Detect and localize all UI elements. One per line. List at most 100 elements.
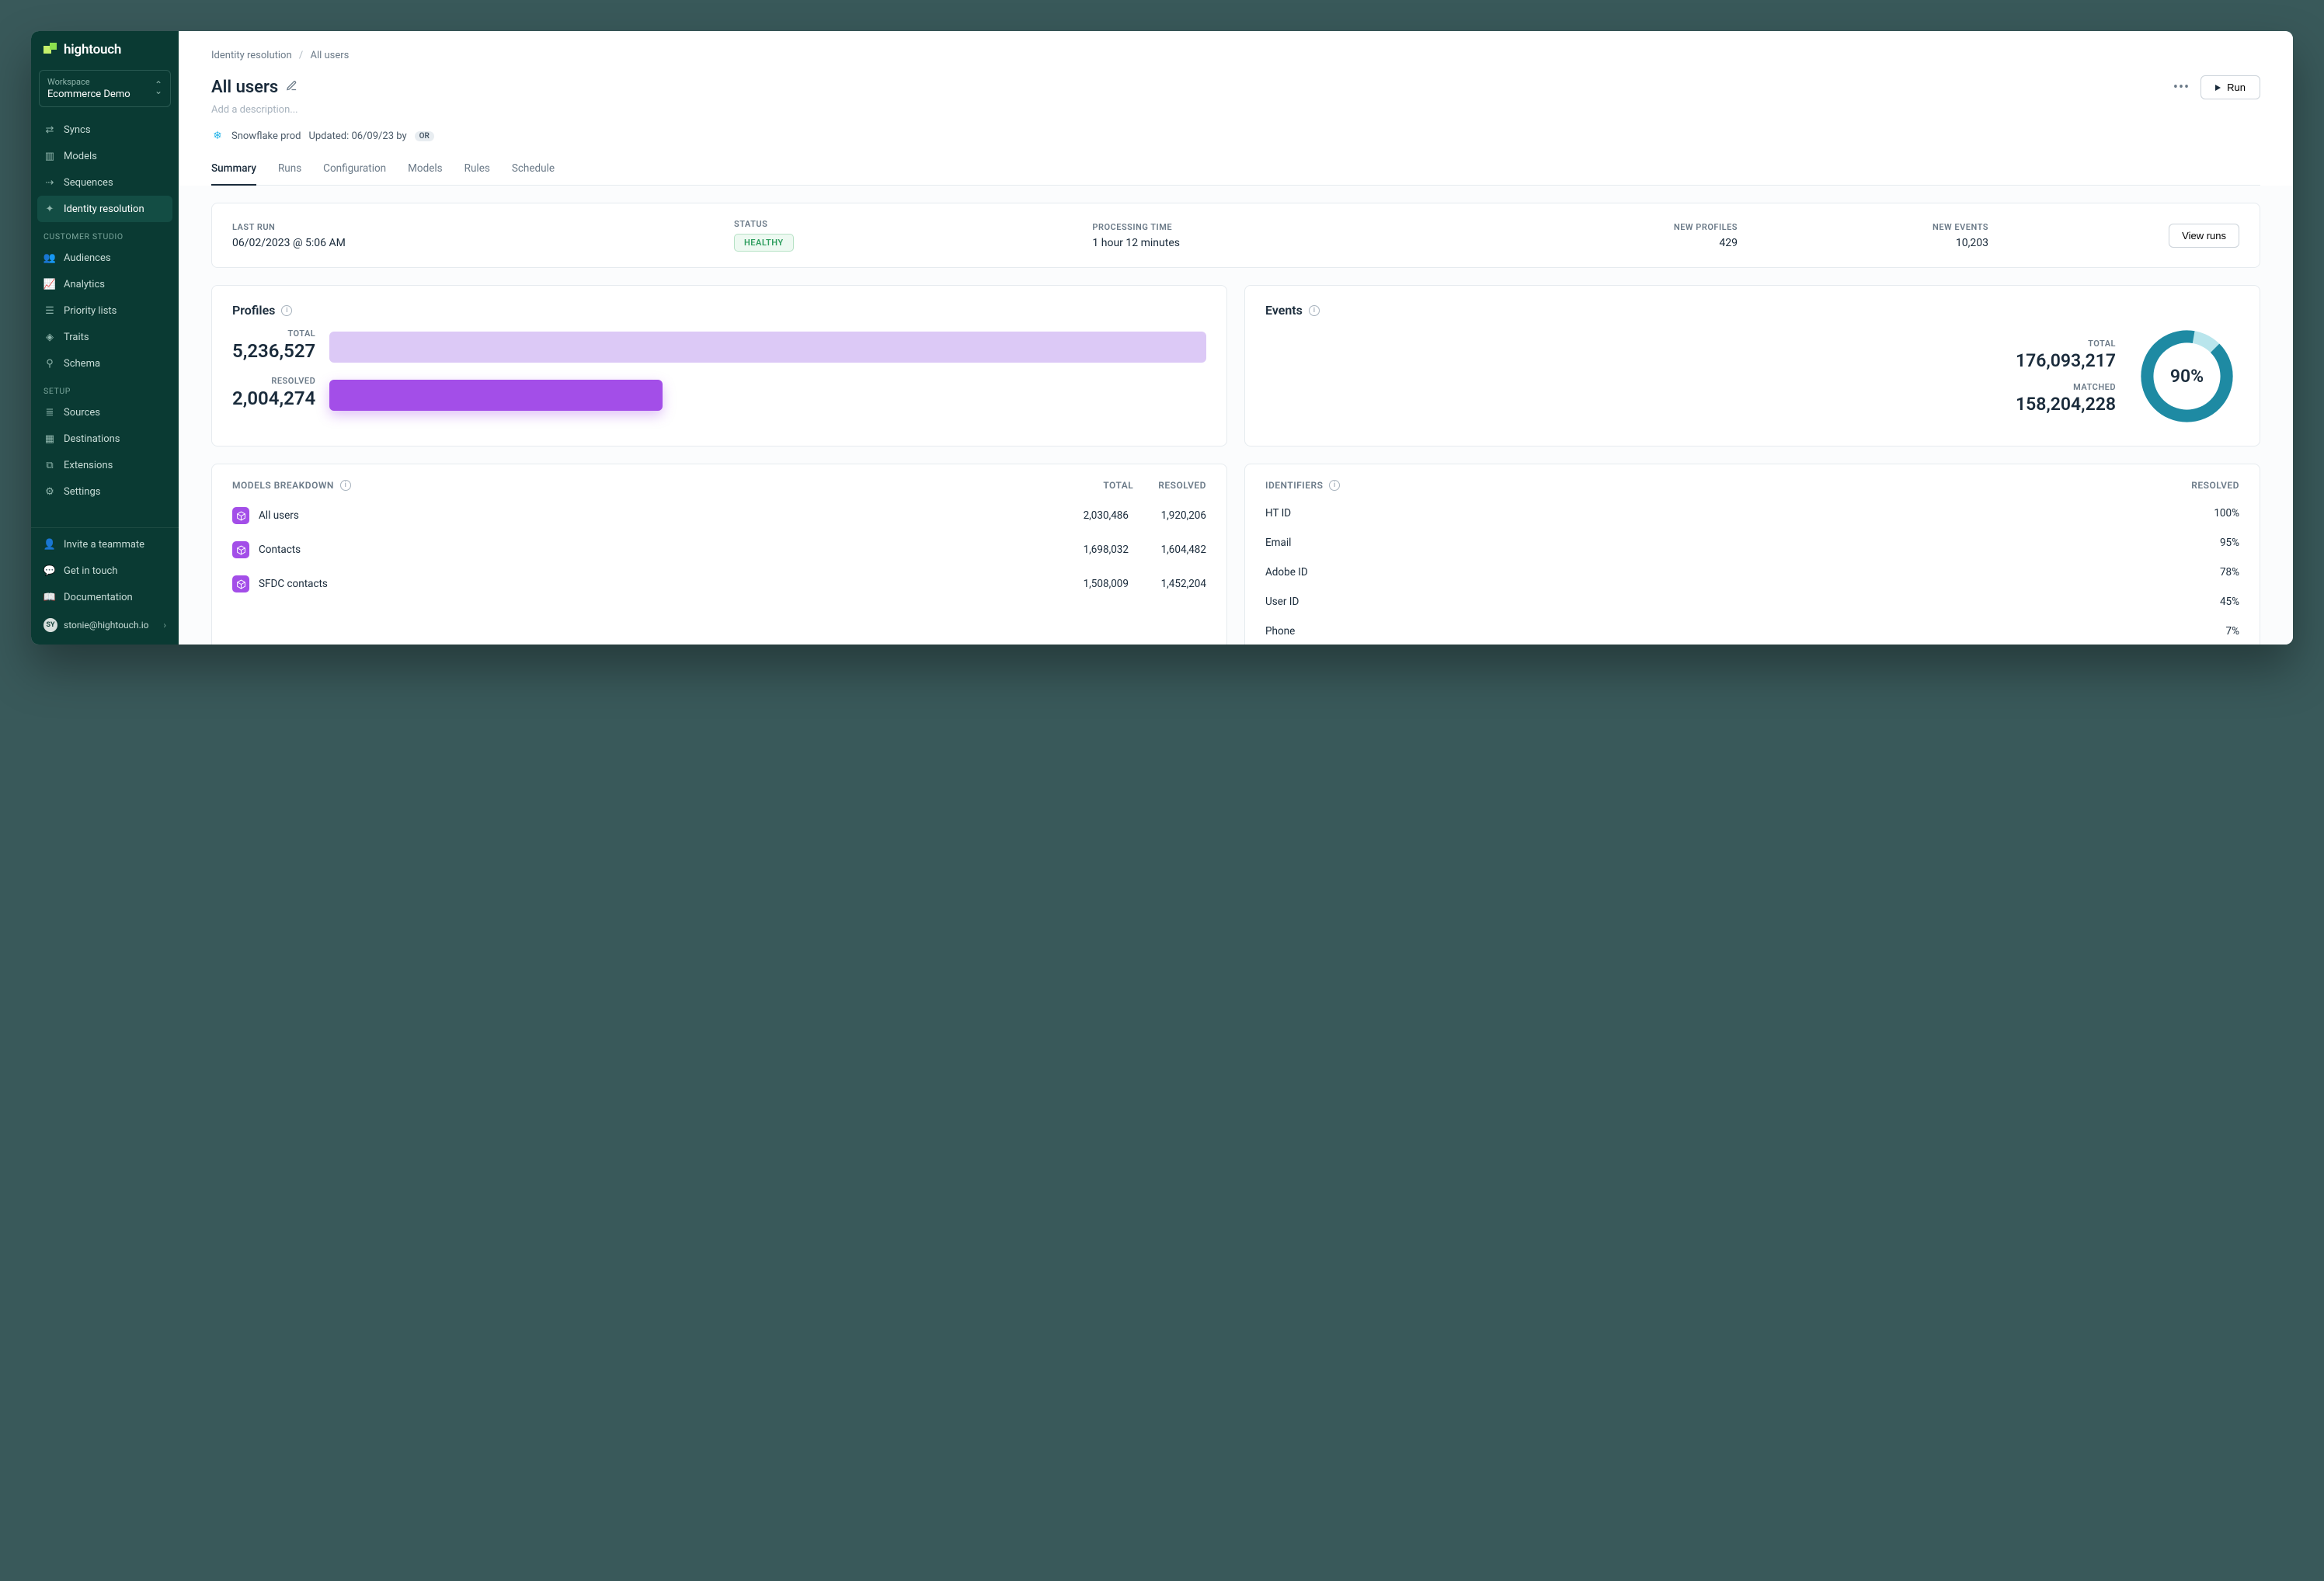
status-card: LAST RUN 06/02/2023 @ 5:06 AM STATUS HEA… bbox=[211, 203, 2260, 268]
tab-schedule[interactable]: Schedule bbox=[512, 162, 555, 185]
edit-icon[interactable] bbox=[286, 80, 297, 95]
workspace-label: Workspace bbox=[47, 77, 162, 87]
info-icon[interactable]: i bbox=[281, 305, 292, 316]
audiences-icon: 👥 bbox=[43, 252, 56, 264]
tab-runs[interactable]: Runs bbox=[278, 162, 301, 185]
sidebar-item-label: Syncs bbox=[64, 124, 91, 136]
sidebar-item-traits[interactable]: ◈ Traits bbox=[31, 324, 179, 350]
events-card: Events i TOTAL 176,093,217 MATCHED 158,2… bbox=[1244, 285, 2260, 447]
identifiers-title: IDENTIFIERS bbox=[1265, 480, 1323, 491]
info-icon[interactable]: i bbox=[340, 480, 351, 491]
table-row[interactable]: All users2,030,4861,920,206 bbox=[232, 499, 1206, 533]
table-row: Email 95% bbox=[1265, 528, 2239, 558]
identifier-name: Phone bbox=[1265, 625, 1295, 638]
profiles-title: Profiles bbox=[232, 303, 275, 318]
sidebar-item-label: Destinations bbox=[64, 433, 120, 445]
breadcrumb-current: All users bbox=[310, 50, 349, 61]
proc-time-label: PROCESSING TIME bbox=[1092, 222, 1487, 232]
tab-models[interactable]: Models bbox=[408, 162, 443, 185]
user-email: stonie@hightouch.io bbox=[64, 620, 149, 631]
user-menu[interactable]: SY stonie@hightouch.io › bbox=[31, 610, 179, 640]
profiles-card: Profiles i TOTAL 5,236,527 RESOLVED 2,00… bbox=[211, 285, 1227, 447]
status-badge: HEALTHY bbox=[734, 234, 794, 252]
sidebar-item-sequences[interactable]: ⇢Sequences bbox=[31, 169, 179, 196]
page-head: Identity resolution / All users All user… bbox=[179, 31, 2293, 186]
identifier-pct: 45% bbox=[2220, 596, 2239, 608]
profiles-total-value: 5,236,527 bbox=[232, 340, 315, 362]
avatar: SY bbox=[43, 618, 57, 632]
sidebar-item-schema[interactable]: ⚲Schema bbox=[31, 350, 179, 377]
profiles-resolved-label: RESOLVED bbox=[232, 376, 315, 386]
content: LAST RUN 06/02/2023 @ 5:06 AM STATUS HEA… bbox=[179, 186, 2293, 645]
nav-section-customer: CUSTOMER STUDIO bbox=[31, 222, 179, 245]
tab-configuration[interactable]: Configuration bbox=[323, 162, 386, 185]
breadcrumb-parent[interactable]: Identity resolution bbox=[211, 50, 292, 61]
sidebar-item-syncs[interactable]: ⇄ Syncs bbox=[31, 116, 179, 143]
identifier-pct: 95% bbox=[2220, 537, 2239, 549]
settings-icon: ⚙ bbox=[43, 485, 56, 498]
source-name[interactable]: Snowflake prod bbox=[231, 130, 301, 142]
sidebar-item-label: Analytics bbox=[64, 279, 105, 290]
sidebar-item-analytics[interactable]: 📈Analytics bbox=[31, 271, 179, 297]
traits-icon: ◈ bbox=[43, 331, 56, 343]
workspace-switcher[interactable]: Workspace Ecommerce Demo ⌃⌄ bbox=[39, 70, 171, 107]
sidebar-item-label: Identity resolution bbox=[64, 203, 144, 215]
events-pct: 90% bbox=[2134, 324, 2239, 429]
proc-time-value: 1 hour 12 minutes bbox=[1092, 237, 1487, 249]
run-button-label: Run bbox=[2227, 82, 2246, 93]
status-label: STATUS bbox=[734, 219, 1092, 229]
identifier-name: Email bbox=[1265, 537, 1291, 549]
sidebar-item-extensions[interactable]: ⧉Extensions bbox=[31, 452, 179, 478]
sidebar-item-invite-a-teammate[interactable]: 👤Invite a teammate bbox=[31, 531, 179, 558]
app-frame: hightouch Workspace Ecommerce Demo ⌃⌄ ⇄ S… bbox=[31, 31, 2293, 645]
sidebar-item-settings[interactable]: ⚙ Settings bbox=[31, 478, 179, 505]
updated-text: Updated: 06/09/23 by bbox=[308, 130, 406, 142]
sidebar-item-label: Documentation bbox=[64, 592, 133, 603]
nav-section-setup: SETUP bbox=[31, 377, 179, 399]
run-button[interactable]: Run bbox=[2200, 75, 2260, 99]
breadcrumb: Identity resolution / All users bbox=[211, 50, 2260, 61]
brand-logo[interactable]: hightouch bbox=[31, 31, 179, 65]
sidebar-item-get-in-touch[interactable]: 💬Get in touch bbox=[31, 558, 179, 584]
sidebar-item-label: Traits bbox=[64, 332, 89, 343]
sidebar-item-audiences[interactable]: 👥Audiences bbox=[31, 245, 179, 271]
model-total: 1,698,032 bbox=[1073, 544, 1129, 556]
sidebar-item-models[interactable]: ▥Models bbox=[31, 143, 179, 169]
models-col-total: TOTAL bbox=[1103, 480, 1133, 491]
description-placeholder[interactable]: Add a description... bbox=[211, 104, 2260, 116]
sidebar-item-identity-resolution[interactable]: ✦ Identity resolution bbox=[37, 196, 172, 222]
events-title: Events bbox=[1265, 303, 1303, 318]
sidebar-item-sources[interactable]: ≣ Sources bbox=[31, 399, 179, 426]
identifier-pct: 78% bbox=[2220, 566, 2239, 579]
tab-rules[interactable]: Rules bbox=[464, 162, 490, 185]
identifier-name: Adobe ID bbox=[1265, 566, 1308, 579]
sidebar-item-destinations[interactable]: ▦Destinations bbox=[31, 426, 179, 452]
view-runs-button[interactable]: View runs bbox=[2169, 224, 2239, 248]
more-button[interactable]: ••• bbox=[2173, 79, 2190, 96]
title-row: All users ••• Run bbox=[211, 75, 2260, 99]
sidebar-item-label: Sources bbox=[64, 407, 100, 419]
new-events-value: 10,203 bbox=[1738, 237, 1988, 249]
sidebar-item-priority-lists[interactable]: ☰Priority lists bbox=[31, 297, 179, 324]
sidebar-item-documentation[interactable]: 📖Documentation bbox=[31, 584, 179, 610]
table-row[interactable]: SFDC contacts1,508,0091,452,204 bbox=[232, 567, 1206, 601]
sidebar-item-label: Priority lists bbox=[64, 305, 117, 317]
table-row: HT ID100% bbox=[1265, 499, 2239, 528]
invite-icon: 👤 bbox=[43, 538, 56, 551]
tab-summary[interactable]: Summary bbox=[211, 162, 256, 186]
sidebar-item-label: Extensions bbox=[64, 460, 113, 471]
identifier-pct: 100% bbox=[2214, 507, 2239, 519]
model-name: Contacts bbox=[259, 544, 301, 556]
info-icon[interactable]: i bbox=[1309, 305, 1320, 316]
events-total-label: TOTAL bbox=[1265, 339, 2116, 349]
sidebar-item-label: Settings bbox=[64, 486, 100, 498]
info-icon[interactable]: i bbox=[1329, 480, 1340, 491]
snowflake-icon: ❄ bbox=[211, 130, 224, 142]
model-resolved: 1,452,204 bbox=[1150, 578, 1206, 590]
table-row[interactable]: Contacts1,698,0321,604,482 bbox=[232, 533, 1206, 567]
sidebar-item-label: Models bbox=[64, 151, 97, 162]
identity-icon: ✦ bbox=[43, 203, 56, 215]
sources-icon: ≣ bbox=[43, 406, 56, 419]
identifier-name: User ID bbox=[1265, 596, 1299, 608]
syncs-icon: ⇄ bbox=[43, 123, 56, 136]
